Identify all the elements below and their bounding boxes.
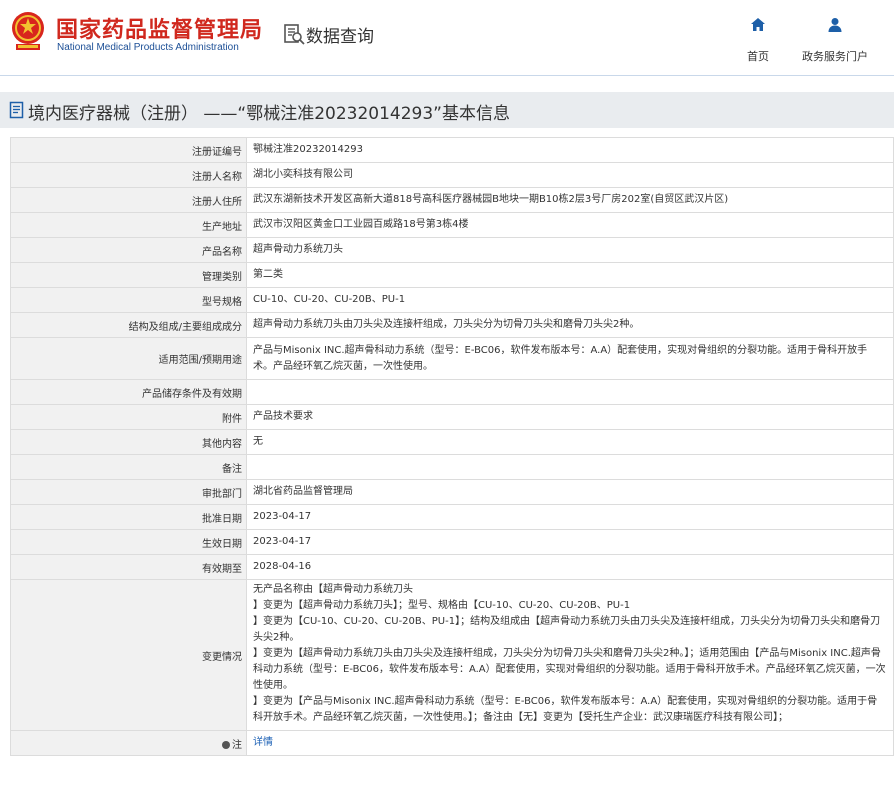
row-value: 无 — [246, 429, 894, 455]
table-row: 有效期至 2028-04-16 — [10, 554, 894, 580]
row-label: 备注 — [10, 454, 247, 480]
row-value: 2023-04-17 — [246, 504, 894, 530]
change-line: 无产品名称由【超声骨动力系统刀头 — [253, 584, 413, 595]
table-row: 备注 — [10, 454, 894, 480]
row-label: 注册证编号 — [10, 137, 247, 163]
table-row: 生效日期 2023-04-17 — [10, 529, 894, 555]
nav-government-portal[interactable]: 政务服务门户 — [795, 16, 875, 64]
table-row: 批准日期 2023-04-17 — [10, 504, 894, 530]
row-label: 生效日期 — [10, 529, 247, 555]
national-emblem-icon[interactable] — [8, 10, 48, 54]
row-value — [246, 379, 894, 405]
document-icon — [9, 101, 24, 119]
logo-english-name[interactable]: National Medical Products Administration — [57, 42, 239, 53]
nav-home[interactable]: 首页 — [718, 16, 798, 64]
row-label: 附件 — [10, 404, 247, 430]
table-row: 产品名称 超声骨动力系统刀头 — [10, 237, 894, 263]
row-label: 批准日期 — [10, 504, 247, 530]
data-query-icon — [284, 24, 305, 45]
note-label: 注 — [232, 739, 242, 751]
table-row: 生产地址 武汉市汉阳区黄金口工业园百威路18号第3栋4楼 — [10, 212, 894, 238]
row-label: 变更情况 — [10, 579, 247, 731]
row-value — [246, 454, 894, 480]
table-row-change-history: 变更情况 无产品名称由【超声骨动力系统刀头 】变更为【超声骨动力系统刀头】；型号… — [10, 579, 894, 731]
row-label: 产品名称 — [10, 237, 247, 263]
change-line: 】变更为【CU-10、CU-20、CU-20B、PU-1】；结构及组成由【超声骨… — [253, 616, 881, 643]
row-label: 审批部门 — [10, 479, 247, 505]
nav-portal-label: 政务服务门户 — [802, 50, 868, 63]
row-label: 管理类别 — [10, 262, 247, 288]
change-history-value: 无产品名称由【超声骨动力系统刀头 】变更为【超声骨动力系统刀头】；型号、规格由【… — [246, 579, 894, 731]
table-row: 附件 产品技术要求 — [10, 404, 894, 430]
table-row: 产品储存条件及有效期 — [10, 379, 894, 405]
row-label: 产品储存条件及有效期 — [10, 379, 247, 405]
table-row: 结构及组成/主要组成成分 超声骨动力系统刀头由刀头尖及连接杆组成，刀头尖分为切骨… — [10, 312, 894, 338]
row-label: 适用范围/预期用途 — [10, 337, 247, 380]
row-value: 超声骨动力系统刀头由刀头尖及连接杆组成，刀头尖分为切骨刀头尖和磨骨刀头尖2种。 — [246, 312, 894, 338]
change-line: 】变更为【产品与Misonix INC.超声骨科动力系统（型号：E-BC06，软… — [253, 696, 878, 723]
row-label-note: 注 — [10, 730, 247, 756]
row-label: 型号规格 — [10, 287, 247, 313]
row-value: 湖北小奕科技有限公司 — [246, 162, 894, 188]
table-row: 其他内容 无 — [10, 429, 894, 455]
row-label: 注册人名称 — [10, 162, 247, 188]
row-label: 注册人住所 — [10, 187, 247, 213]
page-title-bar: 境内医疗器械（注册） ——“鄂械注准20232014293”基本信息 — [0, 92, 894, 128]
table-row: 注册人名称 湖北小奕科技有限公司 — [10, 162, 894, 188]
row-label: 有效期至 — [10, 554, 247, 580]
row-value: 2028-04-16 — [246, 554, 894, 580]
bullet-icon — [222, 740, 230, 749]
page-title: 境内医疗器械（注册） ——“鄂械注准20232014293”基本信息 — [28, 104, 510, 124]
home-icon — [751, 18, 765, 31]
row-value: CU-10、CU-20、CU-20B、PU-1 — [246, 287, 894, 313]
change-line: 】变更为【超声骨动力系统刀头由刀头尖及连接杆组成，刀头尖分为切骨刀头尖和磨骨刀头… — [253, 648, 886, 691]
change-line: 】变更为【超声骨动力系统刀头】；型号、规格由【CU-10、CU-20、CU-20… — [253, 600, 631, 611]
row-label: 结构及组成/主要组成成分 — [10, 312, 247, 338]
row-value-note: 详情 — [246, 730, 894, 756]
row-value: 产品与Misonix INC.超声骨科动力系统（型号：E-BC06，软件发布版本… — [246, 337, 894, 380]
row-label: 生产地址 — [10, 212, 247, 238]
nav-home-label: 首页 — [747, 50, 769, 63]
row-value: 鄂械注准20232014293 — [246, 137, 894, 163]
user-icon — [828, 18, 842, 32]
registration-detail-table: 注册证编号 鄂械注准20232014293 注册人名称 湖北小奕科技有限公司 注… — [10, 137, 894, 756]
table-row: 型号规格 CU-10、CU-20、CU-20B、PU-1 — [10, 287, 894, 313]
row-value: 武汉市汉阳区黄金口工业园百威路18号第3栋4楼 — [246, 212, 894, 238]
data-query-title: 数据查询 — [306, 27, 374, 47]
table-row: 适用范围/预期用途 产品与Misonix INC.超声骨科动力系统（型号：E-B… — [10, 337, 894, 380]
row-value: 产品技术要求 — [246, 404, 894, 430]
details-link[interactable]: 详情 — [253, 737, 273, 748]
row-label: 其他内容 — [10, 429, 247, 455]
table-row: 注册证编号 鄂械注准20232014293 — [10, 137, 894, 163]
row-value: 2023-04-17 — [246, 529, 894, 555]
row-value: 湖北省药品监督管理局 — [246, 479, 894, 505]
row-value: 第二类 — [246, 262, 894, 288]
site-header: 国家药品监督管理局 National Medical Products Admi… — [0, 0, 894, 76]
logo-chinese-name[interactable]: 国家药品监督管理局 — [56, 12, 263, 44]
table-row: 管理类别 第二类 — [10, 262, 894, 288]
table-row-note: 注 详情 — [10, 730, 894, 756]
row-value: 武汉东湖新技术开发区高新大道818号高科医疗器械园B地块一期B10栋2层3号厂房… — [246, 187, 894, 213]
table-row: 注册人住所 武汉东湖新技术开发区高新大道818号高科医疗器械园B地块一期B10栋… — [10, 187, 894, 213]
row-value: 超声骨动力系统刀头 — [246, 237, 894, 263]
table-row: 审批部门 湖北省药品监督管理局 — [10, 479, 894, 505]
